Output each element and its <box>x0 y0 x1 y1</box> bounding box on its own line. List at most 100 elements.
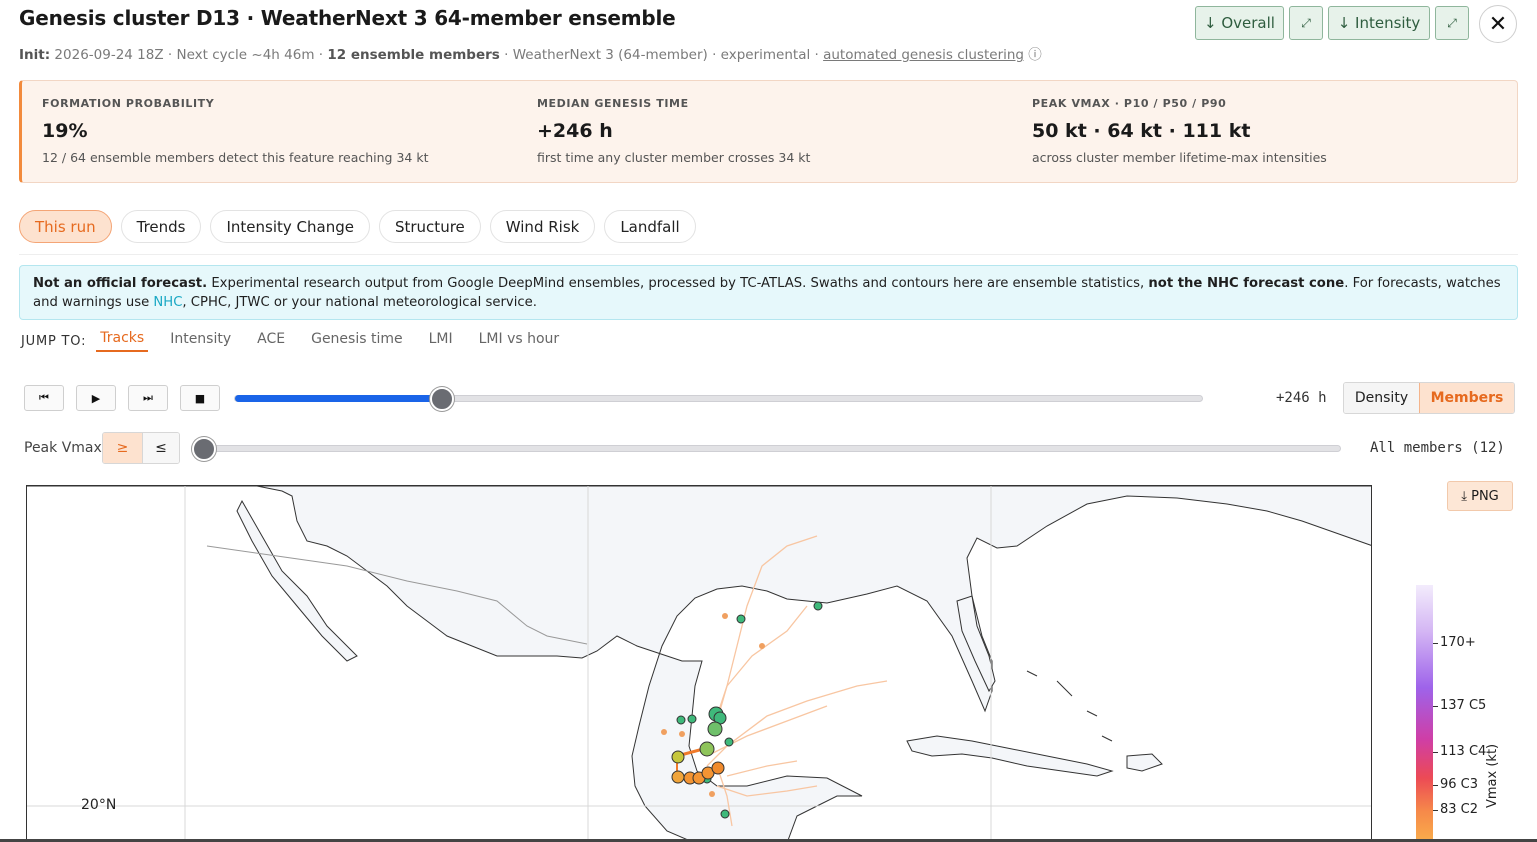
notice-bold: not the NHC forecast cone <box>1148 276 1345 291</box>
stat-label: MEDIAN GENESIS TIME <box>537 97 689 110</box>
track-point <box>679 731 685 737</box>
north-america-land <box>27 486 1371 841</box>
notice-text: , CPHC, JTWC or your national meteorolog… <box>182 295 537 310</box>
jump-lmi[interactable]: LMI <box>429 331 453 351</box>
stat-formation-probability: FORMATION PROBABILITY 19% 12 / 64 ensemb… <box>42 97 428 165</box>
stat-note: first time any cluster member crosses 34… <box>537 150 811 165</box>
tab-intensity-change[interactable]: Intensity Change <box>210 210 370 243</box>
member-marker <box>671 770 685 784</box>
colorbar-label: 96 C3 <box>1440 777 1479 792</box>
vmax-slider-handle[interactable] <box>192 437 216 461</box>
init-value: 2026-09-24 18Z <box>54 47 164 63</box>
model-info: · WeatherNext 3 (64-member) · experiment… <box>499 47 824 63</box>
member-marker <box>707 721 723 737</box>
view-tabs: This run Trends Intensity Change Structu… <box>19 210 696 243</box>
track-point <box>661 729 667 735</box>
download-overall-button[interactable]: ↓ Overall <box>1195 6 1284 40</box>
close-icon[interactable]: ✕ <box>1479 5 1517 43</box>
download-png-button[interactable]: ⤓ PNG <box>1447 481 1513 511</box>
density-option[interactable]: Density <box>1344 383 1419 413</box>
expand-icon[interactable]: ⤢ <box>1435 6 1469 40</box>
member-marker <box>720 809 730 819</box>
clustering-link[interactable]: automated genesis clustering <box>823 47 1024 63</box>
track-point <box>759 643 765 649</box>
member-track <box>716 605 808 722</box>
jump-tracks[interactable]: Tracks <box>96 330 149 352</box>
skip-end-icon[interactable]: ⏭ <box>128 385 168 411</box>
map-canvas <box>27 486 1371 841</box>
bahamas <box>1026 670 1113 742</box>
ge-option[interactable]: ≥ <box>103 433 142 463</box>
track-point <box>709 791 715 797</box>
colorbar-unit: Vmax (kt) <box>1485 743 1500 808</box>
vmax-colorbar <box>1416 585 1433 842</box>
stat-value: +246 h <box>537 120 613 142</box>
member-marker <box>687 714 697 724</box>
stats-panel: FORMATION PROBABILITY 19% 12 / 64 ensemb… <box>19 80 1518 183</box>
disclaimer-notice: Not an official forecast. Experimental r… <box>19 265 1518 320</box>
colorbar-label: 83 C2 <box>1440 802 1479 817</box>
time-slider-handle[interactable] <box>430 387 455 411</box>
le-option[interactable]: ≤ <box>142 433 179 463</box>
tab-this-run[interactable]: This run <box>19 210 112 243</box>
expand-icon[interactable]: ⤢ <box>1289 6 1323 40</box>
stat-note: 12 / 64 ensemble members detect this fea… <box>42 150 429 165</box>
latitude-label: 20°N <box>81 797 117 813</box>
colorbar-tick <box>1433 706 1438 707</box>
colorbar-label: 170+ <box>1440 635 1476 650</box>
track-map[interactable]: 20°N <box>26 485 1372 842</box>
cuba <box>906 735 1114 777</box>
tab-trends[interactable]: Trends <box>120 210 202 243</box>
colorbar-tick <box>1433 810 1438 811</box>
colorbar-label: 137 C5 <box>1440 698 1487 713</box>
member-marker <box>736 614 746 624</box>
time-slider-fill <box>235 395 444 402</box>
colorbar-tick <box>1433 643 1438 644</box>
vmax-slider[interactable] <box>204 445 1341 452</box>
page-title: Genesis cluster D13 · WeatherNext 3 64-m… <box>19 6 676 30</box>
member-marker <box>813 601 823 611</box>
member-track <box>726 760 798 777</box>
run-info: Init: 2026-09-24 18Z · Next cycle ~4h 46… <box>19 43 1042 63</box>
stat-label: PEAK VMAX · P10 / P50 / P90 <box>1032 97 1227 110</box>
info-icon[interactable]: ⓘ <box>1028 47 1042 63</box>
notice-bold: Not an official forecast. <box>33 276 208 291</box>
members-option[interactable]: Members <box>1419 383 1514 413</box>
colorbar-label: 113 C4 <box>1440 744 1487 759</box>
tab-structure[interactable]: Structure <box>378 210 481 243</box>
jump-lmi-vs-hour[interactable]: LMI vs hour <box>479 331 560 351</box>
member-marker <box>711 761 725 775</box>
member-marker <box>671 750 685 764</box>
nhc-link[interactable]: NHC <box>153 295 182 310</box>
jump-label: JUMP TO: <box>21 333 87 349</box>
jump-genesis-time[interactable]: Genesis time <box>311 331 403 351</box>
members-count: 12 ensemble members <box>327 47 500 63</box>
skip-start-icon[interactable]: ⏮ <box>24 385 64 411</box>
member-marker <box>724 737 734 747</box>
stat-note: across cluster member lifetime-max inten… <box>1032 150 1327 165</box>
peak-vmax-label: Peak Vmax <box>24 440 102 456</box>
play-icon[interactable]: ▶ <box>76 385 116 411</box>
init-label: Init: <box>19 47 51 63</box>
member-track <box>706 680 888 767</box>
jump-intensity[interactable]: Intensity <box>170 331 231 351</box>
member-marker <box>676 715 686 725</box>
view-mode-toggle: Density Members <box>1343 382 1515 414</box>
tab-landfall[interactable]: Landfall <box>604 210 696 243</box>
download-intensity-button[interactable]: ↓ Intensity <box>1328 6 1430 40</box>
colorbar-tick <box>1433 785 1438 786</box>
stat-median-genesis-time: MEDIAN GENESIS TIME +246 h first time an… <box>537 97 810 165</box>
forecast-hour: +246 h <box>1276 390 1327 406</box>
divider <box>19 254 1518 255</box>
stat-label: FORMATION PROBABILITY <box>42 97 215 110</box>
jump-to-nav: JUMP TO: Tracks Intensity ACE Genesis ti… <box>21 330 585 352</box>
member-filter-summary: All members (12) <box>1370 440 1505 456</box>
stat-peak-vmax: PEAK VMAX · P10 / P50 / P90 50 kt · 64 k… <box>1032 97 1327 165</box>
time-slider[interactable] <box>234 395 1203 402</box>
stat-value: 50 kt · 64 kt · 111 kt <box>1032 120 1251 142</box>
vmax-comparator-toggle: ≥ ≤ <box>102 432 180 464</box>
stop-icon[interactable]: ■ <box>180 385 220 411</box>
tab-wind-risk[interactable]: Wind Risk <box>489 210 596 243</box>
jump-ace[interactable]: ACE <box>257 331 285 351</box>
member-marker <box>699 741 715 757</box>
